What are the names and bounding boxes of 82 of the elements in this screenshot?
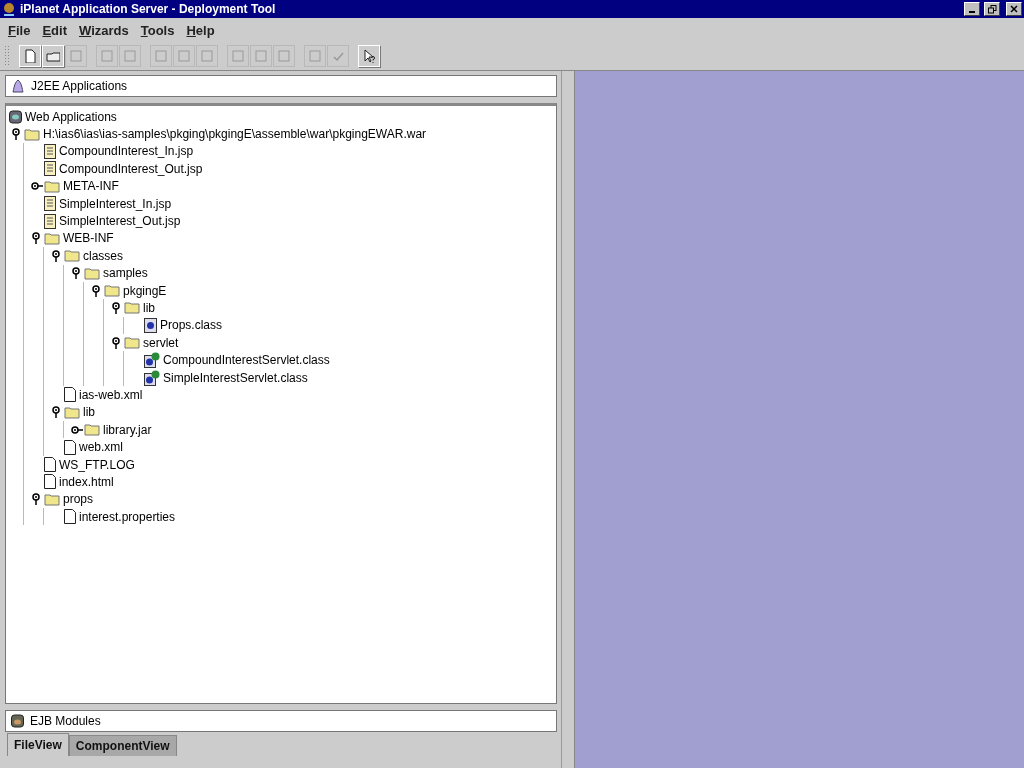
menu-item[interactable]: Tools [135,20,180,40]
document-icon [44,213,56,229]
tree-item-label[interactable]: samples [103,266,148,281]
folder-icon [44,179,60,193]
folder-icon [124,336,140,350]
tree-item-label[interactable]: H:\ias6\ias\ias-samples\pkging\pkgingE\assemble\war\pkgingEWAR.war [43,127,427,142]
folder-icon [44,231,60,245]
new-icon [23,49,37,63]
menu-item[interactable]: Edit [37,20,72,40]
restore-button[interactable] [984,2,1000,16]
app-icon [2,2,16,16]
tree-item-label[interactable]: pkgingE [123,283,167,298]
tree-item-label[interactable]: interest.properties [79,509,176,524]
tree-item-label[interactable]: CompoundInterest_In.jsp [59,144,194,159]
folder-icon [124,301,140,315]
tree-item-label[interactable]: props [63,492,94,507]
class-file-icon [144,317,157,333]
database-icon [9,109,22,124]
file-icon [44,457,56,472]
minimize-button[interactable] [964,2,980,16]
file-icon [64,387,76,403]
tree-item-label[interactable]: lib [143,301,155,315]
menu-item[interactable]: File [3,20,36,40]
folder-icon [44,492,60,506]
window-title: iPlanet Application Server - Deployment Tool [20,2,277,16]
open-icon [46,49,60,63]
header-label: J2EE Applications [31,79,128,93]
menu-item[interactable]: Help [181,20,220,40]
tree-item-label[interactable]: servlet [143,335,179,350]
tree-item-label[interactable]: index.html [59,474,114,489]
close-icon [1010,5,1018,13]
menu-item[interactable]: Wizards [74,20,134,40]
close-button[interactable] [1006,2,1022,16]
tree-item-label[interactable]: SimpleInterest_Out.jsp [59,214,181,229]
tab[interactable]: ComponentView [68,735,177,756]
bell-icon [11,79,25,93]
modules-header[interactable]: EJB Modules [5,710,557,732]
tree-item-label[interactable]: web.xml [79,440,123,455]
file-icon [44,474,56,490]
collapsed-handle-icon[interactable] [30,180,43,193]
jar-icon [11,714,24,728]
folder-icon [64,405,80,419]
tree-item-label[interactable]: WS_FTP.LOG [59,457,135,472]
tree-item-label[interactable]: ias-web.xml [79,387,143,402]
folder-icon [84,266,100,280]
tree-item-label[interactable]: classes [83,248,123,263]
expanded-handle-icon[interactable] [70,267,83,280]
tree-item-label[interactable]: CompoundInterest_Out.jsp [59,161,203,176]
expanded-handle-icon[interactable] [10,128,23,141]
tab[interactable]: FileView [7,733,69,756]
folder-icon [104,284,120,298]
applications-header[interactable]: J2EE Applications [5,75,557,97]
tree-item-label[interactable]: lib [83,405,95,420]
tree-item-label[interactable]: SimpleInterest_In.jsp [59,196,172,211]
folder-icon [64,249,80,263]
document-icon [44,143,56,159]
servlet-class-icon [144,352,160,369]
expanded-handle-icon[interactable] [90,284,103,297]
tree-item-label[interactable]: library.jar [103,422,152,437]
restore-icon [987,4,997,14]
tree-item-label[interactable]: META-INF [63,179,119,194]
document-icon [44,161,56,177]
folder-icon [24,127,40,141]
collapsed-handle-icon[interactable] [70,423,83,436]
help-icon [362,49,376,63]
file-icon [64,439,76,455]
expanded-handle-icon[interactable] [110,302,123,314]
expanded-handle-icon[interactable] [110,336,123,349]
expanded-handle-icon[interactable] [30,493,43,506]
expanded-handle-icon[interactable] [50,406,63,419]
expanded-handle-icon[interactable] [50,249,63,262]
folder-icon [84,423,100,437]
file-icon [64,509,76,525]
document-icon [44,196,56,212]
tree-item-label[interactable]: Web Applications [25,109,117,124]
header-label: EJB Modules [30,714,101,728]
tree-item-label[interactable]: WEB-INF [63,231,114,246]
tree-item-label[interactable]: Props.class [160,318,223,333]
tree-item-label[interactable]: CompoundInterestServlet.class [163,353,330,368]
servlet-class-icon [144,369,160,386]
tree-item-label[interactable]: SimpleInterestServlet.class [163,370,308,385]
expanded-handle-icon[interactable] [30,232,43,245]
